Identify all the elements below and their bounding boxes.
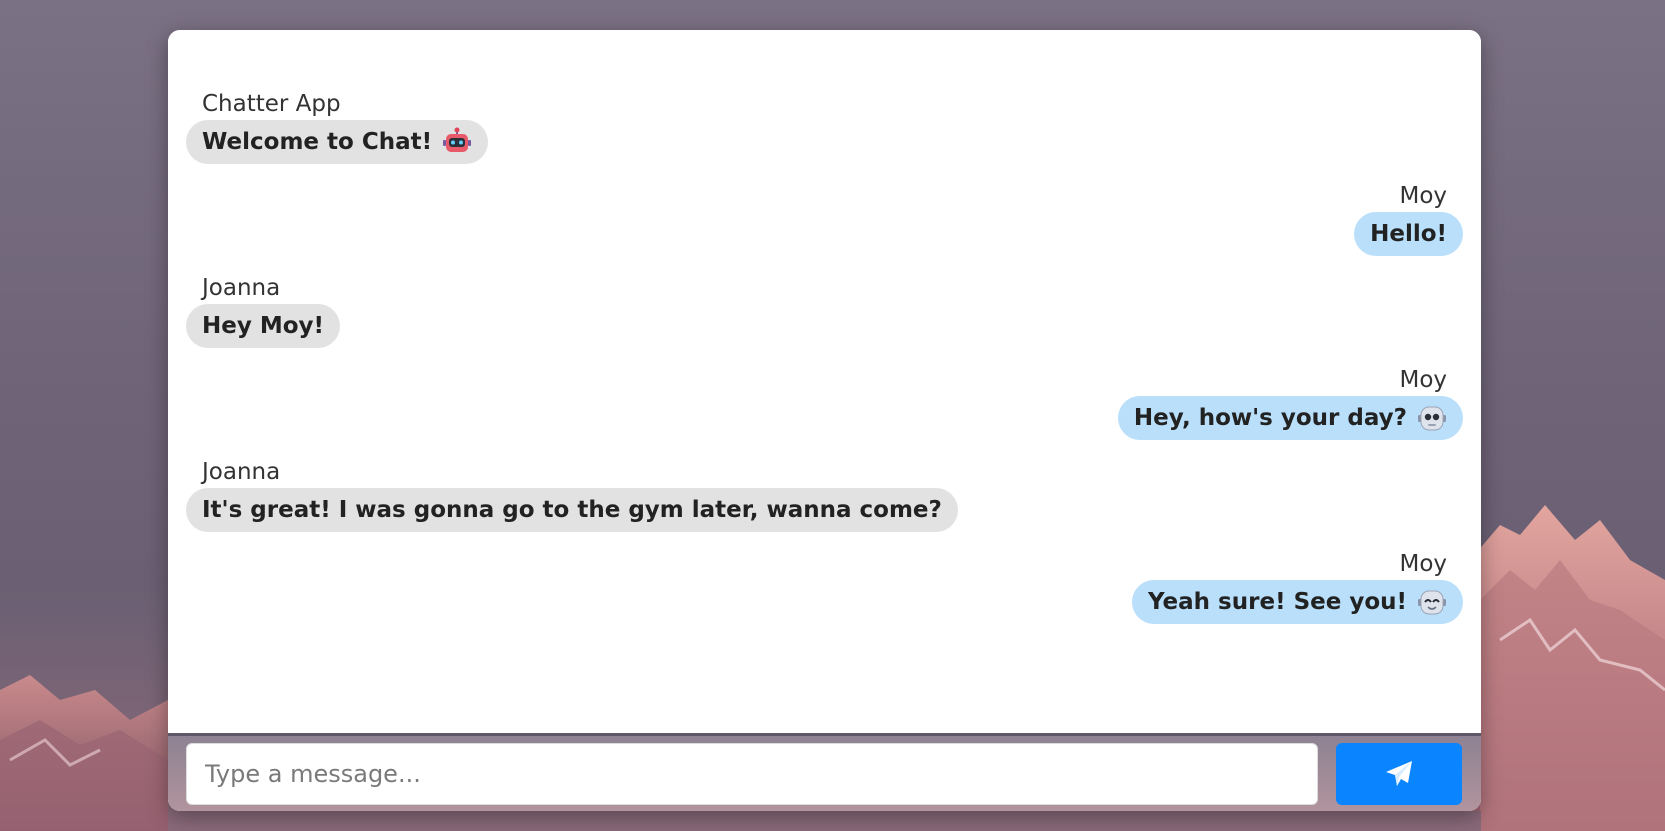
message-bubble: Hey, how's your day? — [1117, 396, 1463, 440]
message-item: Moy Hey, how's your day? — [1117, 364, 1463, 440]
message-bubble: Welcome to Chat! — [186, 120, 489, 164]
message-sender: Moy — [1399, 367, 1447, 393]
message-item: Moy Hello! — [1354, 180, 1463, 256]
paper-plane-icon — [1386, 761, 1412, 786]
message-item: Joanna Hey Moy! — [186, 272, 341, 348]
message-bubble: It's great! I was gonna go to the gym la… — [186, 488, 958, 532]
send-button[interactable] — [1336, 743, 1462, 805]
message-sender: Joanna — [202, 459, 281, 485]
message-sender: Moy — [1399, 183, 1447, 209]
message-bubble: Yeah sure! See you! — [1132, 580, 1463, 624]
message-text: Hey, how's your day? — [1133, 405, 1407, 431]
message-item: Chatter App Welcome to Chat! — [186, 88, 489, 164]
message-input[interactable] — [186, 743, 1318, 805]
chat-window: Chatter App Welcome to Chat! Moy Hello! — [168, 30, 1481, 811]
message-sender: Joanna — [202, 275, 281, 301]
message-sender: Chatter App — [202, 91, 341, 117]
robot-face-icon — [1418, 406, 1446, 431]
message-text: Hello! — [1370, 221, 1447, 247]
message-bubble: Hey Moy! — [186, 304, 341, 348]
message-item: Joanna It's great! I was gonna go to the… — [186, 456, 958, 532]
robot-face-icon — [443, 127, 472, 152]
message-sender: Moy — [1399, 551, 1447, 577]
message-text: Hey Moy! — [202, 313, 325, 339]
message-bubble: Hello! — [1354, 212, 1463, 256]
robot-face-icon — [1418, 590, 1446, 615]
composer-bar — [168, 733, 1481, 811]
message-item: Moy Yeah sure! See you! — [1132, 548, 1463, 624]
message-text: It's great! I was gonna go to the gym la… — [202, 497, 942, 523]
message-text: Yeah sure! See you! — [1148, 589, 1407, 615]
message-list[interactable]: Chatter App Welcome to Chat! Moy Hello! — [168, 30, 1481, 733]
message-text: Welcome to Chat! — [202, 129, 433, 155]
